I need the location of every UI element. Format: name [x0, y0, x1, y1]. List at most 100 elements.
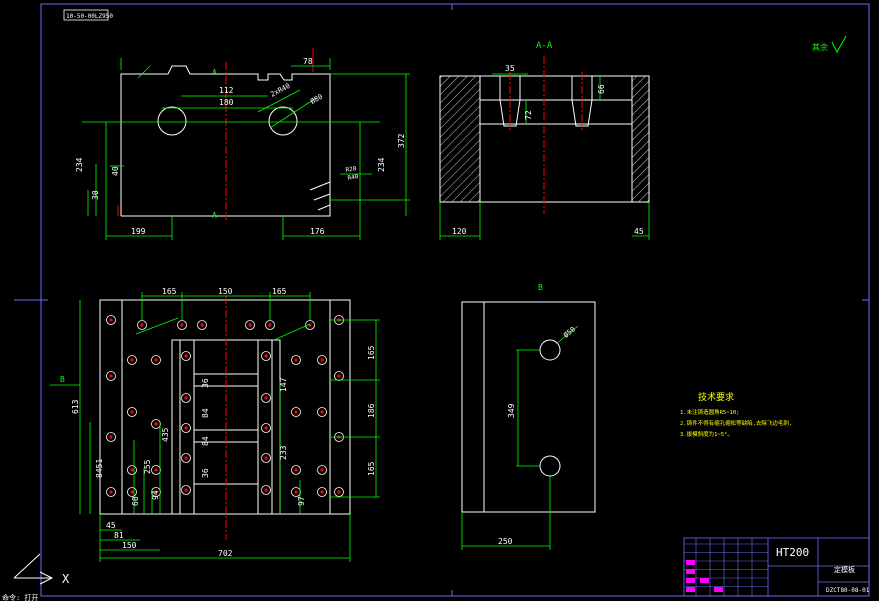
dim-top-78: 78	[303, 57, 313, 66]
dim-sec-35: 35	[505, 64, 515, 73]
title-cell-mark	[714, 587, 723, 592]
dim-top-112: 112	[219, 86, 234, 95]
dim-br-d50: Ø50	[562, 325, 577, 339]
dim-top-180: 180	[219, 98, 234, 107]
dim-bl-613: 613	[71, 399, 80, 414]
bolt-hole-center	[337, 490, 341, 494]
dim-bl-150: 150	[218, 287, 233, 296]
dim-top-d80: Ø80	[309, 93, 324, 106]
dim-bl-165a: 165	[162, 287, 177, 296]
view-mark-b-left: B	[60, 375, 65, 384]
title-cell-mark	[700, 578, 709, 583]
plan-view: 165 150 165 613 8451 435 255 60 94 36 84…	[50, 287, 380, 562]
roughness-symbol: 其余	[812, 35, 847, 54]
dim-bl-36a: 36	[201, 378, 210, 388]
bolt-hole-center	[109, 435, 113, 439]
roughness-label: 其余	[812, 42, 828, 52]
front-view: 78 112 180 2xR40 Ø80 234 40 30 234 372 1…	[75, 48, 410, 240]
bolt-hole-center	[264, 396, 268, 400]
bolt-hole-center	[184, 396, 188, 400]
dim-bl-150b: 150	[122, 541, 137, 550]
section-title-a-a: A-A	[536, 41, 553, 51]
bolt-hole-center	[294, 490, 298, 494]
bolt-hole-center	[294, 410, 298, 414]
dim-bl-97: 97	[297, 496, 306, 506]
dim-bot-176: 176	[310, 227, 325, 236]
view-b-hole-bottom	[539, 455, 561, 477]
bolt-hole-center	[248, 323, 252, 327]
bolt-hole-center	[320, 358, 324, 362]
bolt-hole-center	[109, 490, 113, 494]
bolt-hole-center	[184, 354, 188, 358]
section-mark-a-lower: A	[212, 211, 217, 220]
bolt-hole-center	[200, 323, 204, 327]
cad-drawing-canvas[interactable]: 10-50-00LZ950 78 112 180 2xR40 Ø80 234 4…	[0, 0, 879, 601]
bolt-hole-center	[130, 410, 134, 414]
tech-note-2: 2.铸件不得有缩孔缩松等缺陷,去除飞边毛刺,	[680, 419, 792, 427]
ucs-x-label: X	[62, 572, 70, 586]
dim-bl-702: 702	[218, 549, 233, 558]
bolt-hole-center	[154, 468, 158, 472]
dim-bl-r165a: 165	[367, 345, 376, 360]
bolt-hole-center	[180, 323, 184, 327]
bolt-hole-center	[264, 354, 268, 358]
dim-bl-84a: 84	[201, 408, 210, 418]
bolt-hole-center	[109, 374, 113, 378]
dim-sec-120: 120	[452, 227, 467, 236]
dim-r40b: R40	[347, 173, 359, 182]
dim-bl-435: 435	[161, 427, 170, 442]
dim-right-234: 234	[377, 157, 386, 172]
bolt-hole-center	[184, 488, 188, 492]
title-block: HT200 定模板 DZCT80-08-01	[683, 537, 870, 597]
bolt-hole-center	[320, 468, 324, 472]
hatch-right	[631, 75, 650, 203]
section-mark-a-upper: A	[212, 68, 217, 77]
command-line-text: 命令: 打开	[2, 593, 38, 601]
bolt-hole-center	[320, 410, 324, 414]
dim-bl-8451: 8451	[95, 459, 104, 478]
section-view-a-a: A-A 35 66 72 120 45	[439, 41, 650, 240]
dim-sec-72: 72	[524, 110, 533, 120]
dim-bl-36b: 36	[201, 468, 210, 478]
technical-requirements: 技术要求 1.未注铸造圆角R5~10; 2.铸件不得有缩孔缩松等缺陷,去除飞边毛…	[680, 391, 792, 438]
bolt-hole-center	[184, 456, 188, 460]
title-material: HT200	[776, 546, 809, 559]
tech-note-1: 1.未注铸造圆角R5~10;	[680, 408, 740, 416]
dim-bl-60: 60	[131, 496, 140, 506]
view-mark-b-right: B	[538, 283, 543, 292]
title-cell-mark	[686, 560, 695, 565]
bolt-hole-center	[140, 323, 144, 327]
dim-bl-81: 81	[114, 531, 124, 540]
title-part-name: 定模板	[834, 565, 855, 574]
dim-bl-r186: 186	[367, 403, 376, 418]
bolt-hole-center	[308, 323, 312, 327]
dim-bl-45: 45	[106, 521, 116, 530]
view-b: B Ø50 349 250	[461, 283, 596, 550]
title-cell-mark	[686, 569, 695, 574]
dim-sec-45: 45	[634, 227, 644, 236]
dim-bl-94: 94	[151, 490, 160, 500]
dim-left-234: 234	[75, 157, 84, 172]
bolt-hole-center	[130, 490, 134, 494]
title-cell-mark	[686, 587, 695, 592]
dim-bl-165b: 165	[272, 287, 287, 296]
bolt-hole-center	[294, 468, 298, 472]
bolt-hole-center	[130, 468, 134, 472]
tech-note-3: 3.拔模斜度为1~5°。	[680, 430, 733, 438]
dim-left-30: 30	[91, 190, 100, 200]
dim-bl-233: 233	[279, 445, 288, 460]
dim-bot-199: 199	[131, 227, 146, 236]
bolt-hole-center	[184, 426, 188, 430]
dim-right-372: 372	[397, 133, 406, 148]
bolt-hole-right	[268, 106, 298, 136]
dim-left-40: 40	[111, 166, 120, 176]
bolt-hole-center	[130, 358, 134, 362]
title-block-grid	[684, 538, 768, 596]
dim-br-349: 349	[507, 403, 516, 418]
dim-bl-255: 255	[143, 459, 152, 474]
bolt-hole-left	[157, 106, 187, 136]
dim-bl-r165b: 165	[367, 461, 376, 476]
bolt-hole-center	[320, 490, 324, 494]
hatch-left	[439, 75, 481, 203]
bolt-hole-center	[268, 323, 272, 327]
